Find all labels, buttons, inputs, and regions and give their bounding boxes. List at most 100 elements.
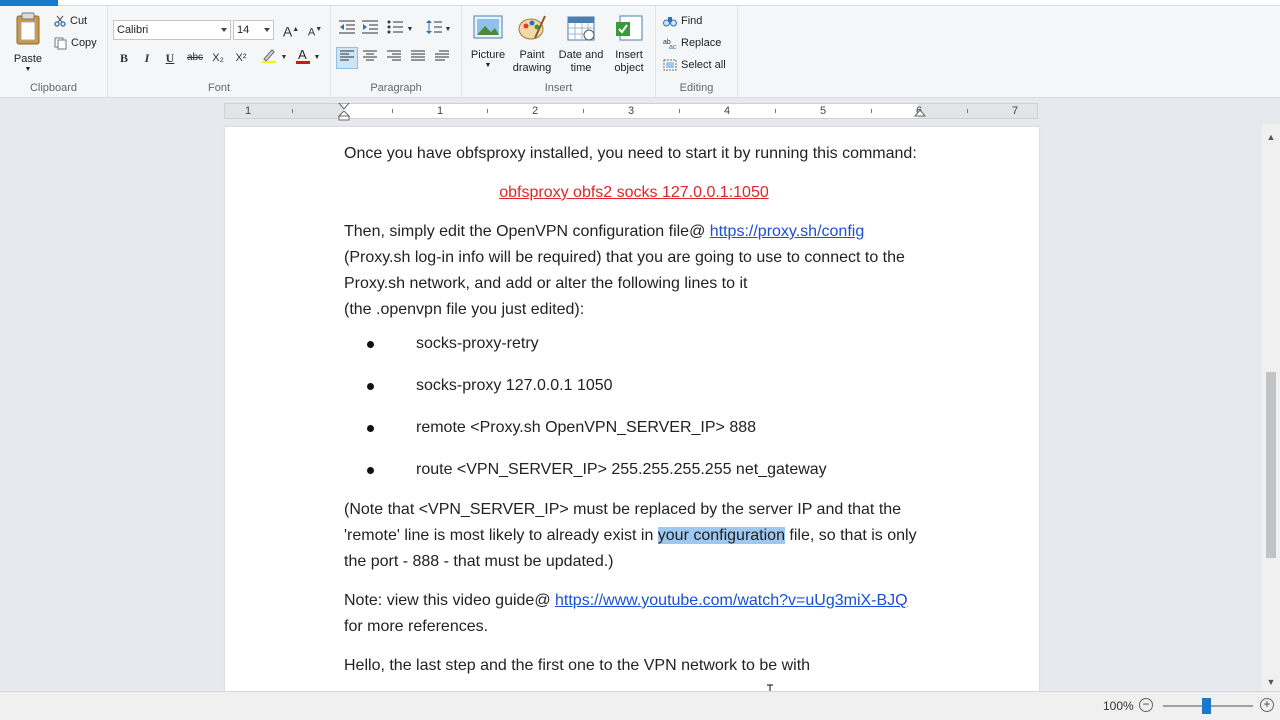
selected-text[interactable]: your configuration	[657, 527, 785, 544]
decrease-indent-button[interactable]	[336, 19, 358, 41]
zoom-in-icon[interactable]: +	[1260, 698, 1274, 712]
picture-button[interactable]: Picture ▼	[467, 14, 509, 70]
font-color-dropdown[interactable]: ▼	[312, 47, 322, 69]
list-item-text: socks-proxy 127.0.0.1 1050	[416, 377, 613, 394]
zoom-slider-thumb[interactable]	[1202, 698, 1211, 714]
svg-text:ac: ac	[669, 44, 677, 49]
find-button[interactable]: Find	[663, 11, 702, 31]
justify-button[interactable]	[407, 47, 429, 69]
scroll-up-icon[interactable]: ▲	[1262, 128, 1280, 146]
binoculars-icon	[663, 17, 677, 27]
picture-label: Picture	[470, 49, 506, 61]
underline-button[interactable]: U	[159, 47, 181, 69]
config-link[interactable]: https://proxy.sh/config	[710, 223, 864, 240]
paragraph-settings-icon	[435, 50, 449, 61]
strikethrough-button[interactable]: abc	[184, 47, 206, 69]
ruler-tick	[583, 109, 584, 113]
paste-button[interactable]: Paste ▼	[8, 12, 48, 74]
horizontal-ruler[interactable]: 1 1 2 3 4 5 6 7	[224, 103, 1038, 121]
document-page[interactable]: Once you have obfsproxy installed, you n…	[225, 127, 1039, 691]
paragraph-note-server-ip: (Note that <VPN_SERVER_IP> must be repla…	[344, 497, 924, 575]
command-text[interactable]: obfsproxy obfs2 socks 127.0.0.1:1050	[499, 184, 769, 201]
first-line-indent-marker[interactable]	[338, 103, 350, 111]
line-spacing-icon	[426, 20, 442, 34]
subscript-button[interactable]: X₂	[207, 47, 229, 69]
ruler-margin-left	[225, 104, 344, 118]
video-link[interactable]: https://www.youtube.com/watch?v=uUg3miX-…	[555, 592, 908, 609]
superscript-button[interactable]: X²	[230, 47, 252, 69]
line-spacing-button[interactable]	[423, 19, 445, 41]
highlighter-icon	[262, 49, 276, 63]
config-lines-list: socks-proxy-retry socks-proxy 127.0.0.1 …	[344, 331, 924, 497]
increase-indent-button[interactable]	[359, 19, 381, 41]
replace-icon: abac	[663, 39, 677, 49]
paint-label-2: drawing	[512, 62, 552, 74]
font-family-select[interactable]: Calibri	[113, 20, 231, 40]
select-all-button[interactable]: Select all	[663, 55, 726, 75]
vertical-scrollbar[interactable]: ▲ ▼	[1262, 124, 1280, 691]
line-spacing-dropdown[interactable]: ▼	[443, 19, 453, 41]
bullet-icon	[367, 341, 374, 348]
paragraph-settings-button[interactable]	[431, 47, 453, 69]
paragraph-partial: Hello, the last step and the first one t…	[344, 657, 811, 674]
scrollbar-thumb[interactable]	[1266, 372, 1276, 558]
object-label-1: Insert	[615, 49, 643, 61]
font-size-select[interactable]: 14	[233, 20, 274, 40]
align-left-button[interactable]	[336, 47, 358, 69]
document-content[interactable]: Once you have obfsproxy installed, you n…	[344, 141, 924, 691]
grow-font-button[interactable]: A▲	[280, 19, 302, 41]
scroll-down-icon[interactable]: ▼	[1262, 673, 1280, 691]
insert-group: Picture ▼ Paint drawing Date and time In…	[462, 6, 656, 98]
scissors-icon	[54, 15, 66, 27]
paste-icon	[16, 12, 40, 45]
object-label-2: object	[614, 62, 644, 74]
ruler-tick	[967, 109, 968, 113]
video-guide-text-continued: for more references.	[344, 618, 489, 635]
chevron-down-icon: ▼	[24, 66, 32, 73]
date-time-button[interactable]: Date and time	[556, 14, 606, 75]
list-item: route <VPN_SERVER_IP> 255.255.255.255 ne…	[344, 457, 924, 497]
edit-config-text-continued: (Proxy.sh log-in info will be required) …	[344, 249, 905, 292]
list-item-text: route <VPN_SERVER_IP> 255.255.255.255 ne…	[416, 461, 827, 478]
date-label-1: Date and	[558, 49, 604, 61]
zoom-level: 100%	[1103, 699, 1134, 713]
list-button[interactable]	[384, 19, 406, 41]
increase-indent-icon	[362, 20, 378, 34]
replace-label: Replace	[681, 37, 722, 49]
insert-object-icon	[616, 15, 643, 41]
paint-drawing-button[interactable]: Paint drawing	[509, 14, 555, 75]
chevron-down-icon	[264, 28, 270, 32]
font-group: Calibri 14 A▲ A▼ B I U abc X₂ X² ▼ A ▼ F…	[108, 6, 331, 98]
highlight-dropdown[interactable]: ▼	[279, 47, 289, 69]
replace-button[interactable]: ab ac Replace	[663, 33, 721, 53]
paragraph-install: Once you have obfsproxy installed, you n…	[344, 145, 917, 162]
zoom-out-icon[interactable]: −	[1139, 698, 1153, 712]
paragraph-video-guide: Note: view this video guide@ https://www…	[344, 588, 924, 640]
align-right-button[interactable]	[383, 47, 405, 69]
ruler-number: 3	[628, 105, 635, 117]
align-center-icon	[363, 50, 377, 61]
document-area[interactable]: Once you have obfsproxy installed, you n…	[0, 124, 1262, 691]
right-indent-marker[interactable]	[914, 110, 926, 118]
paste-label: Paste	[13, 53, 43, 65]
copy-button[interactable]: Copy	[54, 33, 97, 53]
shrink-font-button[interactable]: A▼	[304, 19, 326, 41]
align-left-icon	[340, 50, 354, 61]
bold-button[interactable]: B	[113, 47, 135, 69]
edit-config-text: Then, simply edit the OpenVPN configurat…	[344, 223, 710, 240]
paint-palette-icon	[518, 15, 546, 40]
bullet-list-icon	[387, 20, 403, 34]
highlight-button[interactable]	[258, 47, 280, 69]
font-color-button[interactable]: A	[292, 47, 314, 69]
cut-button[interactable]: Cut	[54, 11, 87, 31]
text-cursor-icon	[767, 684, 773, 691]
font-group-label: Font	[207, 82, 230, 94]
align-center-button[interactable]	[359, 47, 381, 69]
align-right-icon	[387, 50, 401, 61]
ruler-number: 5	[820, 105, 827, 117]
left-indent-marker[interactable]	[338, 111, 350, 121]
insert-object-button[interactable]: Insert object	[608, 14, 650, 75]
ruler-tick	[292, 109, 293, 113]
italic-button[interactable]: I	[136, 47, 158, 69]
list-dropdown[interactable]: ▼	[405, 19, 415, 41]
